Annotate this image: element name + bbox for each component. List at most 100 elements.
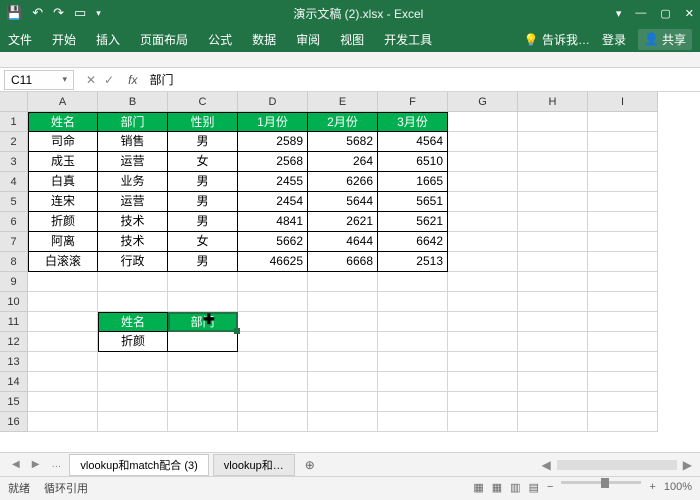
cell-B2[interactable]: 销售 <box>98 132 168 152</box>
page-break-view-icon[interactable]: ▤ <box>529 481 539 494</box>
col-header-A[interactable]: A <box>28 92 98 112</box>
cell-A12[interactable] <box>28 332 98 352</box>
cell-C3[interactable]: 女 <box>168 152 238 172</box>
cell-H14[interactable] <box>518 372 588 392</box>
cell-D9[interactable] <box>238 272 308 292</box>
cell-I6[interactable] <box>588 212 658 232</box>
cell-H2[interactable] <box>518 132 588 152</box>
row-header-9[interactable]: 9 <box>0 272 28 292</box>
row-header-4[interactable]: 4 <box>0 172 28 192</box>
cell-C16[interactable] <box>168 412 238 432</box>
cell-A13[interactable] <box>28 352 98 372</box>
cell-B1[interactable]: 部门 <box>98 112 168 132</box>
cell-B14[interactable] <box>98 372 168 392</box>
cell-G9[interactable] <box>448 272 518 292</box>
cell-C12[interactable] <box>168 332 238 352</box>
cell-B11[interactable]: 姓名 <box>98 312 168 332</box>
cell-B15[interactable] <box>98 392 168 412</box>
cell-I12[interactable] <box>588 332 658 352</box>
formula-input[interactable]: 部门 <box>143 71 700 88</box>
cell-F13[interactable] <box>378 352 448 372</box>
cell-G16[interactable] <box>448 412 518 432</box>
col-header-F[interactable]: F <box>378 92 448 112</box>
cell-I11[interactable] <box>588 312 658 332</box>
cell-E11[interactable] <box>308 312 378 332</box>
cell-D2[interactable]: 2589 <box>238 132 308 152</box>
col-header-I[interactable]: I <box>588 92 658 112</box>
cell-D3[interactable]: 2568 <box>238 152 308 172</box>
cell-I16[interactable] <box>588 412 658 432</box>
col-header-D[interactable]: D <box>238 92 308 112</box>
cell-C2[interactable]: 男 <box>168 132 238 152</box>
cell-A8[interactable]: 白滚滚 <box>28 252 98 272</box>
row-header-15[interactable]: 15 <box>0 392 28 412</box>
page-layout-view-icon[interactable]: ▥ <box>510 481 520 494</box>
name-box[interactable]: C11 ▾ <box>4 70 74 90</box>
normal-view-icon[interactable]: ▦ <box>492 481 502 494</box>
cell-A1[interactable]: 姓名 <box>28 112 98 132</box>
cell-I8[interactable] <box>588 252 658 272</box>
cell-G4[interactable] <box>448 172 518 192</box>
cell-H8[interactable] <box>518 252 588 272</box>
new-sheet-icon[interactable]: ⊕ <box>299 458 321 472</box>
cell-D5[interactable]: 2454 <box>238 192 308 212</box>
cell-H7[interactable] <box>518 232 588 252</box>
col-header-C[interactable]: C <box>168 92 238 112</box>
cell-B5[interactable]: 运营 <box>98 192 168 212</box>
cell-F9[interactable] <box>378 272 448 292</box>
cell-I3[interactable] <box>588 152 658 172</box>
tab-layout[interactable]: 页面布局 <box>140 31 188 48</box>
col-header-B[interactable]: B <box>98 92 168 112</box>
zoom-level[interactable]: 100% <box>664 481 692 494</box>
cell-G12[interactable] <box>448 332 518 352</box>
cell-A3[interactable]: 成玉 <box>28 152 98 172</box>
cell-F3[interactable]: 6510 <box>378 152 448 172</box>
cancel-icon[interactable]: ✕ <box>86 73 96 87</box>
macro-record-icon[interactable]: ▦ <box>473 481 483 494</box>
cell-B7[interactable]: 技术 <box>98 232 168 252</box>
row-header-12[interactable]: 12 <box>0 332 28 352</box>
tell-me[interactable]: 💡 告诉我… <box>524 31 590 48</box>
cell-I5[interactable] <box>588 192 658 212</box>
cell-I7[interactable] <box>588 232 658 252</box>
cell-H5[interactable] <box>518 192 588 212</box>
cell-D10[interactable] <box>238 292 308 312</box>
cell-B9[interactable] <box>98 272 168 292</box>
cell-I1[interactable] <box>588 112 658 132</box>
fx-icon[interactable]: fx <box>122 73 143 87</box>
cell-E12[interactable] <box>308 332 378 352</box>
cell-F11[interactable] <box>378 312 448 332</box>
col-header-E[interactable]: E <box>308 92 378 112</box>
sheet-nav-prev-icon[interactable]: ◀ <box>8 459 24 470</box>
cell-F12[interactable] <box>378 332 448 352</box>
sign-in[interactable]: 登录 <box>602 31 626 48</box>
row-header-13[interactable]: 13 <box>0 352 28 372</box>
cell-C15[interactable] <box>168 392 238 412</box>
row-header-1[interactable]: 1 <box>0 112 28 132</box>
sheet-tab-active[interactable]: vlookup和match配合 (3) <box>69 454 208 476</box>
cell-D1[interactable]: 1月份 <box>238 112 308 132</box>
cell-C10[interactable] <box>168 292 238 312</box>
tab-data[interactable]: 数据 <box>252 31 276 48</box>
maximize-icon[interactable]: ▢ <box>660 7 670 20</box>
cell-F6[interactable]: 5621 <box>378 212 448 232</box>
cell-G6[interactable] <box>448 212 518 232</box>
cell-E16[interactable] <box>308 412 378 432</box>
row-header-2[interactable]: 2 <box>0 132 28 152</box>
cell-E2[interactable]: 5682 <box>308 132 378 152</box>
cell-B10[interactable] <box>98 292 168 312</box>
zoom-slider[interactable] <box>561 481 641 484</box>
cell-F10[interactable] <box>378 292 448 312</box>
cell-F16[interactable] <box>378 412 448 432</box>
cell-D11[interactable] <box>238 312 308 332</box>
cell-E7[interactable]: 4644 <box>308 232 378 252</box>
cell-I10[interactable] <box>588 292 658 312</box>
cell-F4[interactable]: 1665 <box>378 172 448 192</box>
row-header-14[interactable]: 14 <box>0 372 28 392</box>
cell-E14[interactable] <box>308 372 378 392</box>
cell-A15[interactable] <box>28 392 98 412</box>
hscroll-left-icon[interactable]: ◀ <box>542 458 551 472</box>
cell-F14[interactable] <box>378 372 448 392</box>
zoom-out-icon[interactable]: − <box>547 481 553 494</box>
cell-F2[interactable]: 4564 <box>378 132 448 152</box>
